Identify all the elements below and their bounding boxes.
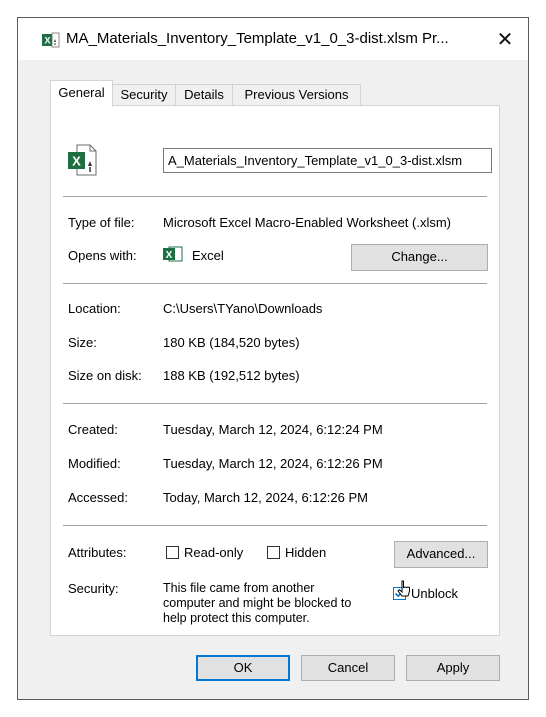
apply-button[interactable]: Apply: [406, 655, 500, 681]
accessed-value: Today, March 12, 2024, 6:12:26 PM: [163, 490, 368, 505]
general-panel: X A_Materials_Inventory_Template_v1_0_3-…: [50, 105, 500, 636]
created-label: Created:: [68, 422, 118, 437]
read-only-checkbox[interactable]: [166, 546, 179, 559]
attributes-label: Attributes:: [68, 545, 127, 560]
accessed-label: Accessed:: [68, 490, 128, 505]
close-button[interactable]: ✕: [482, 18, 528, 60]
modified-value: Tuesday, March 12, 2024, 6:12:26 PM: [163, 456, 383, 471]
tab-security[interactable]: Security: [112, 84, 176, 105]
title-bar: X MA_Materials_Inventory_Template_v1_0_3…: [18, 18, 528, 60]
modified-label: Modified:: [68, 456, 121, 471]
svg-text:X: X: [166, 250, 173, 261]
separator: [63, 403, 487, 404]
hidden-label[interactable]: Hidden: [285, 545, 326, 560]
size-on-disk-label: Size on disk:: [68, 368, 142, 383]
mouse-pointer-icon: [397, 580, 410, 597]
cancel-button[interactable]: Cancel: [301, 655, 395, 681]
tab-general[interactable]: General: [50, 80, 113, 107]
change-button[interactable]: Change...: [351, 244, 488, 271]
svg-text:X: X: [44, 36, 50, 46]
security-message: This file came from another computer and…: [163, 581, 352, 625]
tab-details[interactable]: Details: [175, 84, 233, 105]
svg-text:X: X: [72, 154, 81, 169]
created-value: Tuesday, March 12, 2024, 6:12:24 PM: [163, 422, 383, 437]
close-icon: ✕: [496, 28, 514, 51]
separator: [63, 196, 487, 197]
read-only-label[interactable]: Read-only: [184, 545, 243, 560]
size-on-disk-value: 188 KB (192,512 bytes): [163, 368, 300, 383]
filename-field[interactable]: A_Materials_Inventory_Template_v1_0_3-di…: [163, 148, 492, 173]
security-label: Security:: [68, 581, 119, 596]
hidden-checkbox[interactable]: [267, 546, 280, 559]
separator: [63, 525, 487, 526]
opens-with-label: Opens with:: [68, 248, 137, 263]
size-value: 180 KB (184,520 bytes): [163, 335, 300, 350]
type-of-file-value: Microsoft Excel Macro-Enabled Worksheet …: [163, 215, 452, 230]
excel-macro-file-icon: X: [68, 144, 97, 176]
separator: [63, 283, 487, 284]
type-of-file-label: Type of file:: [68, 215, 135, 230]
size-label: Size:: [68, 335, 97, 350]
excel-macro-file-icon: X: [42, 32, 60, 48]
location-label: Location:: [68, 301, 121, 316]
tab-previous-versions[interactable]: Previous Versions: [232, 84, 361, 105]
ok-button[interactable]: OK: [196, 655, 290, 681]
properties-dialog: X MA_Materials_Inventory_Template_v1_0_3…: [17, 17, 529, 700]
opens-with-value: Excel: [192, 248, 224, 263]
unblock-label[interactable]: Unblock: [411, 586, 458, 601]
location-value: C:\Users\TYano\Downloads: [163, 301, 323, 316]
advanced-button[interactable]: Advanced...: [394, 541, 488, 568]
window-title: MA_Materials_Inventory_Template_v1_0_3-d…: [66, 30, 449, 47]
excel-app-icon: X: [163, 246, 183, 262]
